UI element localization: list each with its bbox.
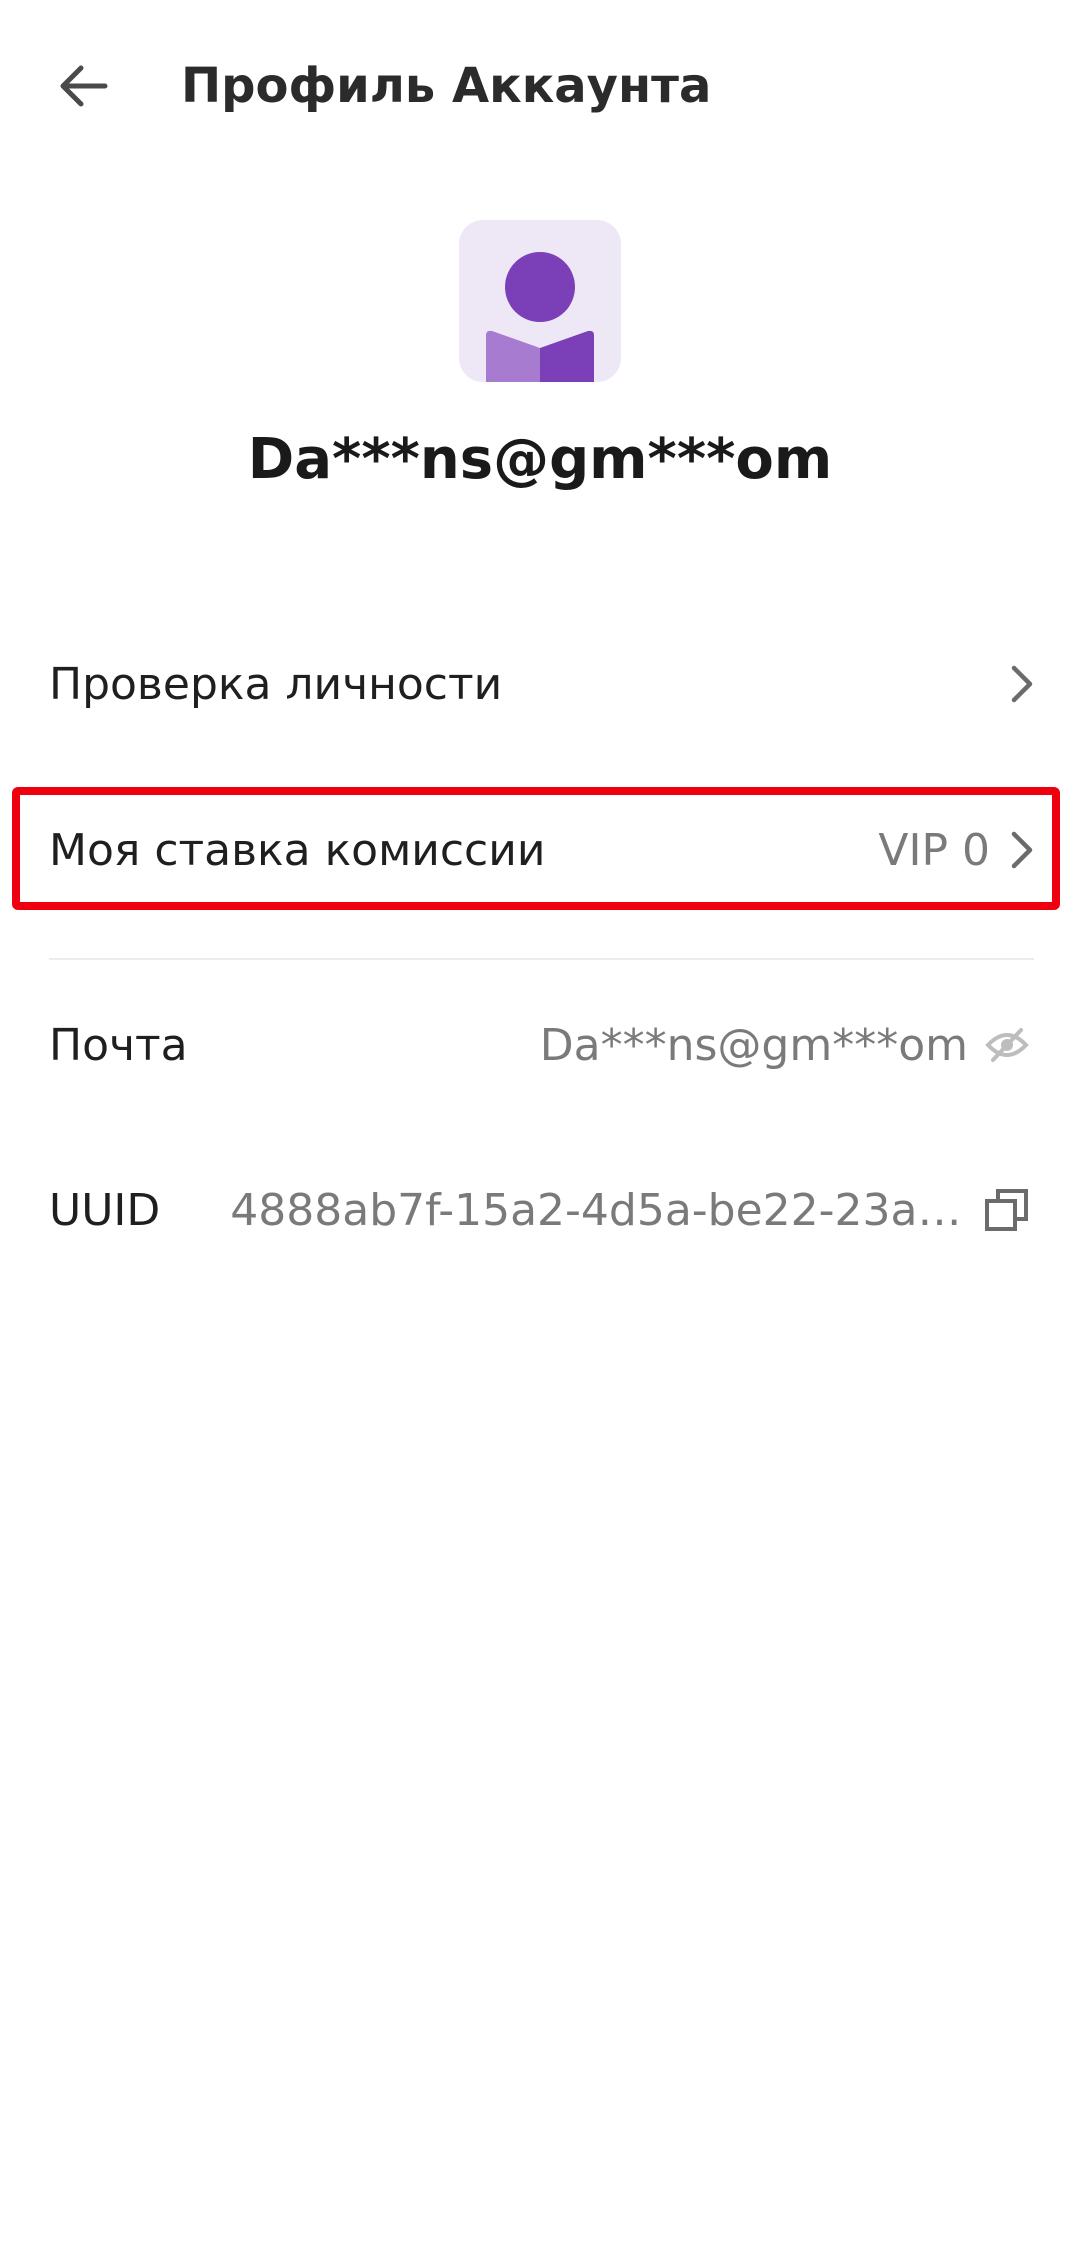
page-title: Профиль Аккаунта: [181, 58, 712, 114]
copy-icon[interactable]: [980, 1183, 1034, 1237]
commission-rate-label: Моя ставка комиссии: [49, 824, 546, 876]
uuid-row: UUID 4888ab7f-15a2-4d5a-be22-23a11b3…: [49, 1150, 1034, 1270]
chevron-right-icon: [994, 828, 1034, 872]
profile-email: Da***ns@gm***om: [247, 427, 833, 492]
back-button[interactable]: [48, 50, 120, 122]
arrow-left-icon: [60, 65, 108, 107]
app-header: Профиль Аккаунта: [0, 0, 1080, 176]
identity-verification-row[interactable]: Проверка личности: [49, 624, 1034, 744]
email-label: Почта: [49, 1019, 188, 1071]
uuid-value: 4888ab7f-15a2-4d5a-be22-23a11b3…: [230, 1184, 968, 1236]
divider: [49, 958, 1034, 960]
user-avatar-icon: [486, 252, 594, 382]
avatar: [459, 220, 621, 382]
identity-verification-label: Проверка личности: [49, 658, 503, 710]
uuid-label: UUID: [49, 1184, 161, 1236]
chevron-right-icon: [994, 662, 1034, 706]
eye-off-icon[interactable]: [980, 1018, 1034, 1072]
commission-rate-value: VIP 0: [878, 824, 990, 876]
email-value: Da***ns@gm***om: [539, 1019, 968, 1071]
commission-rate-row[interactable]: Моя ставка комиссии VIP 0: [49, 790, 1034, 910]
email-row: Почта Da***ns@gm***om: [49, 985, 1034, 1105]
